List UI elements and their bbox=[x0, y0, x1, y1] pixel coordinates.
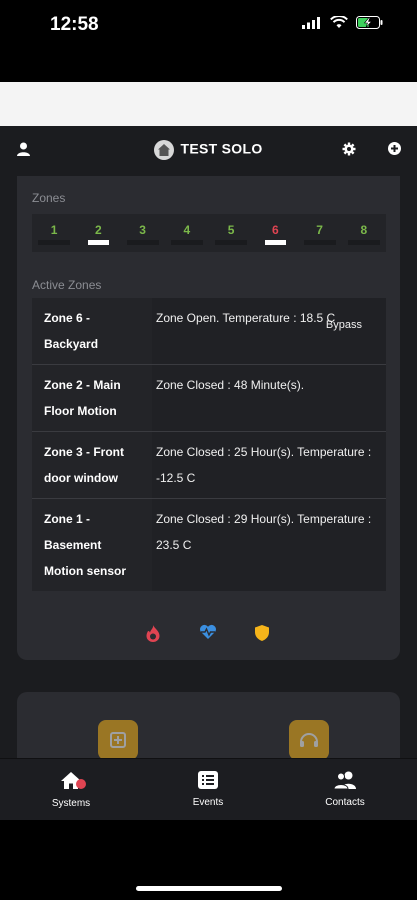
alarm-status-icons bbox=[17, 624, 400, 644]
zone-status-text: Zone Closed : 29 Hour(s). Temperature : … bbox=[156, 512, 372, 552]
police-shield-icon[interactable] bbox=[254, 624, 270, 647]
zone-indicator-bar bbox=[303, 240, 336, 245]
quick-action-button[interactable] bbox=[98, 720, 138, 760]
bottom-nav: Systems Events Contacts bbox=[0, 758, 417, 820]
status-time: 12:58 bbox=[50, 14, 99, 35]
zone-indicator-bar bbox=[126, 240, 159, 245]
table-row: Zone 6 - Backyard Zone Open. Temperature… bbox=[32, 298, 386, 365]
nav-events-label: Events bbox=[192, 797, 224, 808]
zone-status: Zone Open. Temperature : 18.5 C Bypass bbox=[152, 298, 386, 364]
active-zones-table: Zone 6 - Backyard Zone Open. Temperature… bbox=[32, 298, 386, 591]
zone-number: 5 bbox=[227, 223, 235, 237]
zone-status-text: Zone Closed : 25 Hour(s). Temperature : … bbox=[156, 445, 372, 485]
zones-label: Zones bbox=[32, 191, 66, 205]
fire-icon[interactable] bbox=[145, 624, 161, 647]
quick-action-button[interactable] bbox=[289, 720, 329, 760]
events-list-icon bbox=[198, 771, 218, 789]
zone-status: Zone Closed : 25 Hour(s). Temperature : … bbox=[152, 432, 386, 498]
zone-number: 8 bbox=[360, 223, 368, 237]
zones-strip: 1 2 3 4 5 6 7 8 bbox=[32, 214, 386, 252]
zone-cell-3[interactable]: 3 bbox=[121, 214, 165, 252]
battery-charging-icon bbox=[356, 16, 383, 34]
zone-status: Zone Closed : 29 Hour(s). Temperature : … bbox=[152, 499, 386, 591]
nav-systems-label: Systems bbox=[51, 798, 91, 809]
table-row: Zone 2 - Main Floor Motion Zone Closed :… bbox=[32, 365, 386, 432]
zone-indicator-bar bbox=[38, 240, 71, 245]
wifi-icon bbox=[330, 15, 348, 34]
home-indicator[interactable] bbox=[136, 886, 282, 891]
status-icons bbox=[302, 15, 383, 34]
active-zones-label: Active Zones bbox=[32, 278, 102, 292]
zone-indicator-bar bbox=[170, 240, 203, 245]
system-title-text: TEST SOLO bbox=[180, 140, 263, 157]
zone-name: Zone 1 - Basement Motion sensor bbox=[32, 499, 152, 591]
table-row: Zone 1 - Basement Motion sensor Zone Clo… bbox=[32, 499, 386, 591]
nav-contacts-label: Contacts bbox=[325, 797, 365, 808]
zone-indicator-bar bbox=[215, 240, 248, 245]
zone-name: Zone 6 - Backyard bbox=[32, 298, 152, 364]
zone-status-text: Zone Closed : 48 Minute(s). bbox=[156, 378, 305, 392]
zone-name: Zone 3 - Front door window bbox=[32, 432, 152, 498]
zone-cell-5[interactable]: 5 bbox=[209, 214, 253, 252]
zone-number: 2 bbox=[95, 223, 102, 237]
zone-indicator-bar bbox=[265, 240, 286, 245]
app-header: TEST SOLO bbox=[0, 126, 417, 176]
medical-heart-icon[interactable] bbox=[199, 624, 217, 645]
zone-indicator-bar bbox=[347, 240, 380, 245]
zone-cell-4[interactable]: 4 bbox=[165, 214, 209, 252]
zone-cell-6[interactable]: 6 bbox=[253, 214, 297, 252]
signal-icon bbox=[302, 16, 322, 34]
zone-cell-1[interactable]: 1 bbox=[32, 214, 76, 252]
zone-number: 7 bbox=[316, 223, 323, 237]
nav-systems[interactable]: Systems bbox=[26, 771, 116, 809]
zone-number: 6 bbox=[272, 223, 279, 237]
zone-number: 3 bbox=[139, 223, 146, 237]
zone-indicator-bar bbox=[88, 240, 109, 245]
table-row: Zone 3 - Front door window Zone Closed :… bbox=[32, 432, 386, 499]
zone-status-text: Zone Open. Temperature : 18.5 C bbox=[156, 311, 336, 325]
nav-contacts[interactable]: Contacts bbox=[300, 771, 390, 808]
status-bar: 12:58 bbox=[0, 0, 417, 56]
zone-cell-7[interactable]: 7 bbox=[298, 214, 342, 252]
zone-cell-8[interactable]: 8 bbox=[342, 214, 386, 252]
settings-gear-icon[interactable] bbox=[342, 142, 356, 161]
system-logo-icon bbox=[154, 140, 175, 160]
zone-status: Zone Closed : 48 Minute(s). bbox=[152, 365, 386, 431]
add-icon[interactable] bbox=[388, 142, 401, 160]
zone-name: Zone 2 - Main Floor Motion bbox=[32, 365, 152, 431]
contacts-people-icon bbox=[333, 771, 356, 790]
bypass-button[interactable]: Bypass bbox=[326, 312, 362, 338]
system-card: Zones 1 2 3 4 5 6 7 8 Active Zones Zone … bbox=[17, 176, 400, 660]
notification-dot bbox=[76, 779, 86, 789]
nav-events[interactable]: Events bbox=[163, 771, 253, 808]
zone-cell-2[interactable]: 2 bbox=[76, 214, 120, 252]
app-window: TEST SOLO Zones 1 2 3 4 5 6 7 8 Active Z… bbox=[0, 126, 417, 820]
zone-number: 4 bbox=[183, 223, 191, 237]
top-banner bbox=[0, 82, 417, 126]
add-device-icon bbox=[110, 732, 126, 748]
support-headset-icon bbox=[300, 733, 318, 747]
zone-number: 1 bbox=[50, 223, 58, 237]
